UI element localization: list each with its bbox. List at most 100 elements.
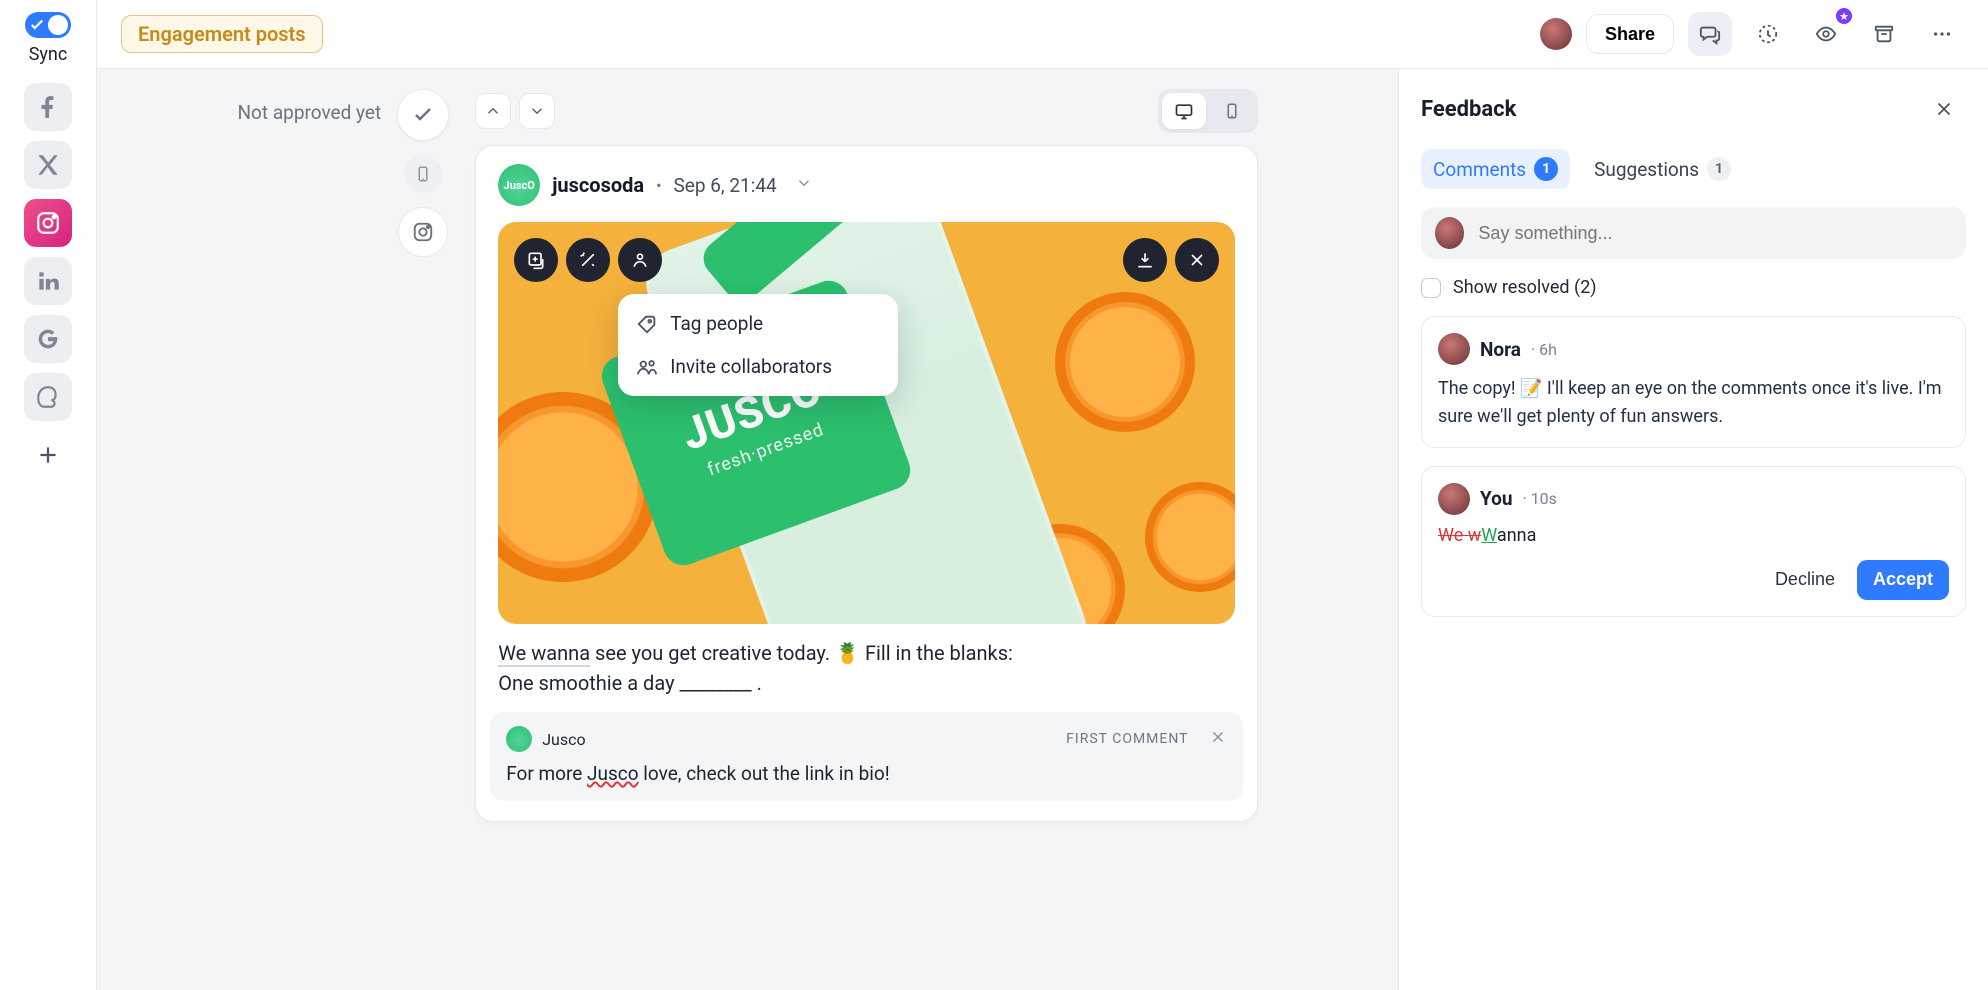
brand-name[interactable]: juscosoda — [552, 173, 644, 197]
orange-slice-2 — [1055, 292, 1195, 432]
invite-collaborators[interactable]: Invite collaborators — [618, 345, 898, 388]
topbar: Engagement posts Share ★ — [97, 0, 1988, 69]
post-body[interactable]: We wanna see you get creative today. 🍍 F… — [476, 638, 1256, 708]
panel-tabs: Comments 1 Suggestions 1 — [1421, 149, 1966, 189]
archive-icon — [1873, 23, 1895, 45]
wand-icon — [578, 250, 598, 270]
suggestion-insert: W — [1481, 525, 1497, 546]
suggestion-rest: anna — [1497, 525, 1536, 546]
comment-age-value: 6h — [1539, 340, 1557, 359]
tab-suggestions[interactable]: Suggestions 1 — [1582, 149, 1743, 189]
download-icon — [1135, 250, 1155, 270]
media-enhance[interactable] — [566, 238, 610, 282]
person-tag-icon — [630, 250, 650, 270]
feedback-toggle[interactable] — [1688, 12, 1732, 56]
post-header-menu[interactable] — [795, 174, 813, 196]
feedback-panel: Feedback Comments 1 Suggestions 1 — [1398, 69, 1988, 990]
media-add[interactable] — [514, 238, 558, 282]
archive-button[interactable] — [1862, 12, 1906, 56]
checkbox-icon — [1421, 278, 1441, 298]
post-body-line2: One smoothie a day ________ . — [498, 671, 762, 695]
google-g-icon — [35, 326, 61, 352]
approval-col — [397, 89, 449, 257]
users-icon — [636, 356, 658, 378]
fc-remove[interactable] — [1209, 728, 1227, 750]
orange-slice-4 — [1145, 482, 1235, 592]
preview-mobile[interactable] — [1210, 93, 1254, 129]
collection-chip[interactable]: Engagement posts — [121, 15, 323, 53]
more-icon — [1931, 23, 1953, 45]
threads-icon — [35, 384, 61, 410]
linkedin-icon — [35, 268, 61, 294]
device-indicator[interactable] — [404, 155, 442, 193]
comments-icon — [1699, 23, 1721, 45]
more-button[interactable] — [1920, 12, 1964, 56]
approval-status: Not approved yet — [238, 101, 382, 124]
media-download[interactable] — [1123, 238, 1167, 282]
close-icon — [1187, 250, 1207, 270]
channel-gmb[interactable] — [24, 315, 72, 363]
share-button[interactable]: Share — [1586, 14, 1674, 54]
show-resolved-label: Show resolved (2) — [1453, 277, 1597, 298]
workspace: Not approved yet — [97, 69, 1988, 990]
star-badge-icon: ★ — [1836, 8, 1852, 24]
media-tag[interactable] — [618, 238, 662, 282]
suggestion-avatar — [1438, 483, 1470, 515]
channel-indicator[interactable] — [398, 207, 448, 257]
show-resolved[interactable]: Show resolved (2) — [1421, 277, 1966, 298]
accept-button[interactable]: Accept — [1857, 560, 1949, 600]
phone-icon — [1223, 102, 1241, 120]
media-remove[interactable] — [1175, 238, 1219, 282]
fc-misspell: Jusco — [587, 762, 639, 785]
comment-compose[interactable] — [1421, 207, 1966, 259]
decline-button[interactable]: Decline — [1761, 560, 1849, 600]
tab-comments-label: Comments — [1433, 158, 1526, 181]
canvas: Not approved yet — [97, 69, 1398, 990]
post-header: JuscO juscosoda • Sep 6, 21:44 — [476, 146, 1256, 210]
sync-toggle[interactable] — [25, 12, 71, 38]
channel-instagram[interactable] — [24, 199, 72, 247]
suggestion-age: · 10s — [1523, 489, 1557, 508]
instagram-icon — [35, 210, 61, 236]
chevron-down-icon — [528, 102, 546, 120]
fc-label: FIRST COMMENT — [1066, 731, 1188, 747]
post-date[interactable]: Sep 6, 21:44 — [674, 174, 777, 197]
tag-popover: Tag people Invite collaborators — [618, 294, 898, 396]
comment-input[interactable] — [1476, 222, 1952, 245]
channel-x[interactable] — [24, 141, 72, 189]
preview-mode — [1158, 89, 1258, 133]
channel-facebook[interactable] — [24, 83, 72, 131]
tab-suggestions-label: Suggestions — [1594, 158, 1699, 181]
preview-desktop[interactable] — [1162, 93, 1206, 129]
fc-brand-avatar — [506, 726, 532, 752]
channel-linkedin[interactable] — [24, 257, 72, 305]
tag-people[interactable]: Tag people — [618, 302, 898, 345]
tag-people-label: Tag people — [670, 312, 763, 335]
comment-author: Nora — [1480, 338, 1521, 361]
comment-age: · 6h — [1531, 340, 1557, 359]
panel-close[interactable] — [1922, 87, 1966, 131]
preview-button[interactable]: ★ — [1804, 12, 1848, 56]
close-icon — [1933, 98, 1955, 120]
suggestion-strike: We w — [1438, 525, 1481, 546]
tab-suggestions-count: 1 — [1707, 157, 1731, 181]
facebook-icon — [35, 94, 61, 120]
add-channel[interactable] — [24, 431, 72, 479]
activity-button[interactable] — [1746, 12, 1790, 56]
user-avatar[interactable] — [1540, 18, 1572, 50]
tab-comments[interactable]: Comments 1 — [1421, 149, 1570, 189]
main: Engagement posts Share ★ — [97, 0, 1988, 990]
prev-post[interactable] — [475, 93, 511, 129]
approve-button[interactable] — [397, 89, 449, 141]
next-post[interactable] — [519, 93, 555, 129]
desktop-icon — [1174, 101, 1194, 121]
channel-threads[interactable] — [24, 373, 72, 421]
fc-text-post: love, check out the link in bio! — [639, 762, 890, 785]
left-rail: Sync — [0, 0, 96, 990]
comment-thread: Nora · 6h The copy! 📝 I'll keep an eye o… — [1421, 316, 1966, 448]
panel-title: Feedback — [1421, 97, 1516, 122]
post-media[interactable]: JUSCO fresh·pressed — [498, 222, 1234, 624]
fc-text[interactable]: For more Jusco love, check out the link … — [506, 762, 1226, 785]
x-icon — [35, 152, 61, 178]
suggestion-age-value: 10s — [1531, 489, 1557, 508]
